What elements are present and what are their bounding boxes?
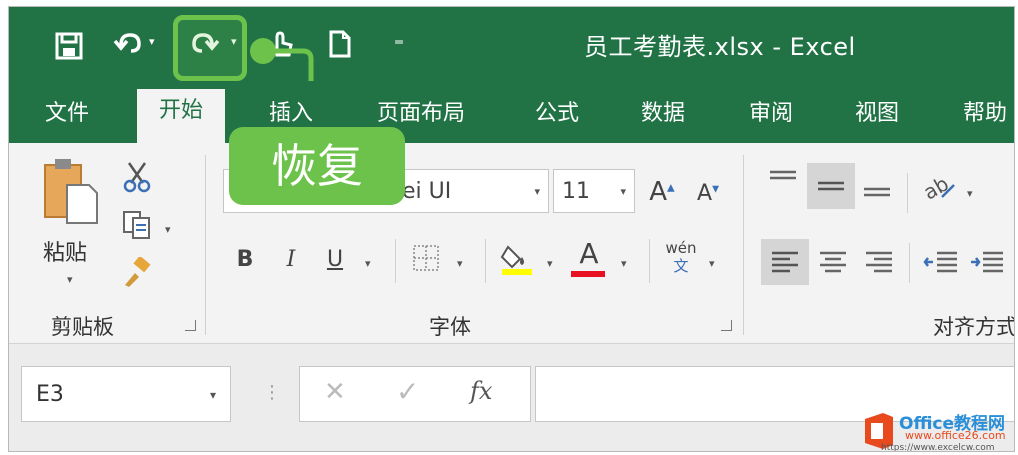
pinyin-dropdown-icon[interactable]: ▾ (709, 257, 715, 270)
clipboard-launcher-icon[interactable] (185, 320, 196, 331)
pinyin-guide-icon[interactable]: wén 文 (661, 239, 701, 275)
watermark-url2: https://www.excelcw.com (881, 443, 995, 452)
orientation-icon[interactable]: ab (919, 171, 957, 209)
tab-home[interactable]: 开始 (137, 89, 226, 143)
title-bar: ▾ ▾ ⁼ 员工考勤表.xlsx - Excel (9, 7, 1014, 81)
redo-callout: 恢复 (229, 127, 405, 205)
window-title: 员工考勤表.xlsx - Excel (584, 33, 856, 61)
underline-button[interactable]: U (323, 247, 347, 272)
chevron-down-icon: ▾ (209, 388, 216, 402)
paste-label: 粘贴 (43, 241, 88, 266)
shrink-font-button[interactable]: A▼ (693, 181, 723, 206)
font-group-label: 字体 (429, 315, 471, 339)
align-left-icon[interactable] (761, 239, 809, 285)
undo-icon[interactable] (111, 29, 145, 61)
chevron-down-icon: ▾ (534, 185, 540, 198)
cut-icon[interactable] (119, 161, 155, 199)
borders-icon[interactable] (409, 243, 443, 279)
fill-color-icon[interactable] (499, 241, 535, 283)
align-bottom-icon[interactable] (857, 167, 897, 207)
align-top-icon[interactable] (763, 167, 803, 203)
font-name-value: ei UI (402, 179, 452, 204)
separator (205, 155, 206, 335)
font-color-icon[interactable]: A (571, 239, 607, 277)
tab-formulas[interactable]: 公式 (535, 95, 579, 127)
grow-font-icon: A (649, 177, 668, 207)
name-box[interactable]: E3 ▾ (21, 366, 231, 422)
pinyin-bottom-text: 文 (673, 257, 689, 275)
copy-dropdown-icon[interactable]: ▾ (165, 223, 171, 236)
insert-function-icon[interactable]: fx (470, 377, 492, 405)
excel-window: ▾ ▾ ⁼ 员工考勤表.xlsx - Excel 文件 开始 插入 页面布局 公… (8, 6, 1015, 452)
clipboard-group-label: 剪贴板 (51, 315, 114, 339)
paste-dropdown-icon[interactable]: ▾ (67, 273, 73, 286)
increase-indent-icon[interactable] (967, 247, 1007, 283)
fill-color-dropdown-icon[interactable]: ▾ (547, 257, 553, 270)
name-box-value: E3 (36, 382, 64, 407)
tab-insert[interactable]: 插入 (269, 95, 313, 127)
paste-icon (44, 159, 98, 224)
redo-highlight (173, 15, 247, 81)
font-color-swatch (571, 271, 605, 277)
formula-buttons: ✕ ✓ fx (299, 366, 531, 422)
tab-file[interactable]: 文件 (45, 95, 89, 127)
italic-button[interactable]: I (279, 247, 303, 272)
watermark: Office教程网 www.office26.com https://www.e… (861, 407, 1014, 452)
borders-dropdown-icon[interactable]: ▾ (457, 257, 463, 270)
separator (485, 239, 486, 283)
separator (743, 155, 744, 335)
grow-font-button[interactable]: A▲ (647, 177, 677, 207)
align-right-icon[interactable] (859, 247, 899, 283)
watermark-url: www.office26.com (905, 429, 1006, 442)
svg-text:ab: ab (922, 171, 953, 203)
separator (649, 239, 650, 283)
chevron-down-icon: ▾ (620, 185, 626, 198)
tab-help[interactable]: 帮助 (963, 95, 1007, 127)
underline-dropdown-icon[interactable]: ▾ (365, 257, 371, 270)
undo-dropdown-icon[interactable]: ▾ (149, 35, 155, 48)
save-icon[interactable] (51, 29, 87, 61)
tab-review[interactable]: 审阅 (749, 95, 793, 127)
tab-data[interactable]: 数据 (641, 95, 685, 127)
copy-icon[interactable] (119, 209, 155, 247)
tab-page-layout[interactable]: 页面布局 (377, 95, 465, 127)
separator (907, 173, 908, 213)
new-file-icon[interactable] (325, 29, 355, 61)
font-color-dropdown-icon[interactable]: ▾ (621, 257, 627, 270)
font-size-select[interactable]: 11 ▾ (553, 169, 635, 213)
ribbon-home: 粘贴 ▾ ▾ 剪贴板 ei UI ▾ 11 ▾ A▲ A▼ B I U ▾ ▾ … (9, 143, 1014, 344)
orientation-dropdown-icon[interactable]: ▾ (967, 187, 973, 200)
enter-icon[interactable]: ✓ (396, 375, 419, 408)
font-launcher-icon[interactable] (721, 320, 732, 331)
ribbon-tab-bar: 文件 开始 插入 页面布局 公式 数据 审阅 视图 帮助 (9, 81, 1014, 143)
pinyin-top-text: wén (665, 239, 697, 257)
cancel-icon[interactable]: ✕ (324, 377, 346, 407)
paste-button[interactable]: 粘贴 ▾ (39, 157, 109, 297)
font-size-value: 11 (562, 179, 590, 204)
font-color-letter: A (579, 237, 599, 270)
align-center-icon[interactable] (813, 247, 853, 283)
align-middle-icon[interactable] (807, 163, 855, 209)
shrink-font-icon: A (697, 181, 713, 206)
formula-bar-grip-icon[interactable]: ⋮ (263, 382, 281, 403)
customize-qat-icon[interactable]: ⁼ (387, 29, 411, 61)
separator (395, 239, 396, 283)
format-painter-icon[interactable] (119, 255, 155, 295)
separator (909, 243, 910, 283)
alignment-group-label: 对齐方式 (933, 315, 1015, 339)
decrease-indent-icon[interactable] (921, 247, 961, 283)
bold-button[interactable]: B (233, 247, 257, 272)
tab-view[interactable]: 视图 (855, 95, 899, 127)
